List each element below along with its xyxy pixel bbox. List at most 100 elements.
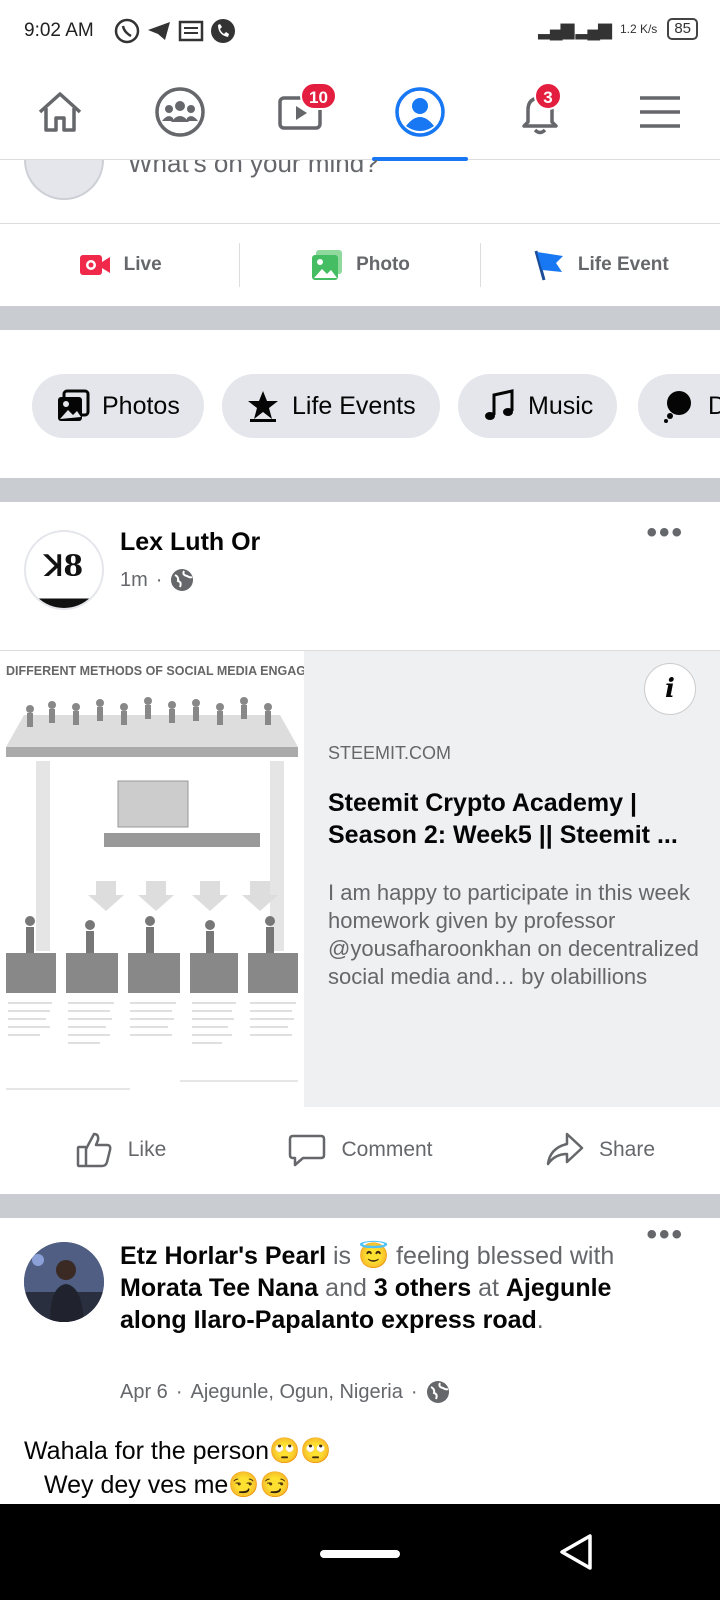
watch-badge: 10 — [300, 82, 337, 110]
life-event-label: Life Event — [577, 254, 669, 275]
author-avatar[interactable]: ꓘ8 — [24, 530, 104, 610]
star-icon — [248, 391, 278, 422]
live-button[interactable]: Live — [0, 248, 239, 282]
svg-text:DIFFERENT METHODS OF SOCIAL ME: DIFFERENT METHODS OF SOCIAL MEDIA ENGAGE… — [6, 664, 304, 678]
author-name[interactable]: Etz Horlar's Pearl — [120, 1242, 326, 1270]
phone-icon — [211, 19, 235, 43]
post-header: ꓘ8 Lex Luth Or 1m · ••• — [0, 502, 720, 650]
person-photo — [24, 1242, 104, 1322]
share-button[interactable]: Share — [480, 1130, 720, 1170]
thought-bubble-icon — [664, 391, 691, 423]
link-preview-info: i STEEMIT.COM Steemit Crypto Academy | S… — [304, 651, 720, 1107]
system-navigation-bar — [0, 1504, 720, 1600]
back-icon[interactable] — [556, 1532, 596, 1572]
photo-label: Photo — [356, 254, 410, 275]
like-button[interactable]: Like — [0, 1130, 240, 1170]
notification-icons — [114, 18, 236, 44]
telegram-icon — [148, 22, 170, 40]
infographic-image: DIFFERENT METHODS OF SOCIAL MEDIA ENGAGE… — [0, 651, 304, 1107]
life-event-button[interactable]: Life Event — [479, 243, 720, 287]
post-body: Wahala for the person🙄🙄 Wey dey ves me😏😏 — [24, 1434, 331, 1502]
comment-label: Comment — [341, 1138, 433, 1161]
link-preview-image: DIFFERENT METHODS OF SOCIAL MEDIA ENGAGE… — [0, 651, 304, 1107]
post-activity-text: Etz Horlar's Pearl is 😇 feeling blessed … — [120, 1242, 615, 1334]
post-body-line: Wahala for the person🙄🙄 — [24, 1437, 332, 1465]
tab-notifications[interactable]: 3 — [480, 64, 600, 160]
whatsapp-icon — [114, 18, 140, 44]
composer-actions: Live Photo Life Event — [0, 225, 720, 305]
chip-music[interactable]: Music — [458, 374, 618, 438]
link-description: I am happy to participate in this week h… — [328, 880, 699, 989]
share-label: Share — [598, 1138, 656, 1161]
tagged-person[interactable]: Morata Tee Nana — [120, 1274, 318, 1302]
profile-icon — [395, 87, 445, 137]
home-icon — [38, 92, 82, 132]
battery-icon: 85 — [667, 18, 698, 40]
post-options-button[interactable]: ••• — [646, 1218, 684, 1252]
post-options-button[interactable]: ••• — [646, 516, 684, 550]
chip-label: Life Events — [292, 391, 416, 420]
link-domain: STEEMIT.COM — [328, 743, 452, 763]
post-date[interactable]: Apr 6 — [120, 1381, 168, 1404]
author-avatar[interactable] — [24, 1242, 104, 1322]
home-gesture-bar[interactable] — [320, 1550, 400, 1558]
chip-label: Photos — [102, 391, 180, 420]
meta-separator: · — [410, 1380, 418, 1403]
comment-button[interactable]: Comment — [240, 1130, 480, 1170]
post-body-line: Wey dey ves me😏😏 — [44, 1471, 291, 1499]
chip-label: D — [708, 391, 720, 420]
groups-icon — [155, 87, 205, 137]
profile-chips: Photos Life Events Music D — [0, 330, 720, 478]
composer-placeholder[interactable]: What's on your mind? — [128, 160, 379, 179]
photo-icon — [312, 250, 343, 280]
live-video-icon — [79, 255, 110, 275]
status-time: 9:02 AM — [24, 20, 94, 41]
news-icon — [178, 20, 204, 42]
author-name[interactable]: Lex Luth Or — [120, 528, 260, 557]
logo-avatar-image: ꓘ8 — [26, 549, 102, 608]
meta-separator: · — [155, 568, 163, 591]
hamburger-menu-icon — [640, 96, 680, 128]
photo-button[interactable]: Photo — [239, 243, 479, 287]
tab-groups[interactable] — [120, 64, 240, 160]
music-note-icon — [485, 389, 514, 420]
top-tab-bar: 10 3 — [0, 64, 720, 161]
info-icon[interactable]: i — [644, 663, 696, 715]
chip-life-events[interactable]: Life Events — [222, 374, 440, 438]
tab-home[interactable] — [0, 64, 120, 160]
section-divider — [0, 478, 720, 502]
tab-profile[interactable] — [360, 64, 480, 161]
post-time[interactable]: 1m — [120, 569, 148, 592]
like-label: Like — [127, 1138, 167, 1161]
post-meta: 1m · — [120, 568, 194, 592]
signal-icon: ▂▄▆ ▂▄▆ — [538, 18, 612, 39]
meta-separator: · — [175, 1380, 183, 1403]
post-composer[interactable]: What's on your mind? — [0, 160, 720, 224]
chip-more[interactable]: D — [638, 374, 720, 438]
network-speed: 1.2 K/s — [619, 22, 658, 36]
notifications-badge: 3 — [534, 82, 562, 110]
tagged-others[interactable]: 3 others — [374, 1274, 471, 1302]
tab-menu[interactable] — [600, 64, 720, 160]
status-right: ▂▄▆ ▂▄▆ 1.2 K/s 85 — [538, 18, 698, 40]
thumbs-up-icon — [76, 1132, 112, 1168]
svg-text:ꓘ8: ꓘ8 — [43, 549, 84, 583]
tab-watch[interactable]: 10 — [240, 64, 360, 160]
feeling-emoji: 😇 — [358, 1242, 390, 1270]
flag-icon — [534, 250, 563, 281]
section-divider — [0, 1194, 720, 1218]
status-bar: 9:02 AM ▂▄▆ ▂▄▆ 1.2 K/s 85 — [0, 0, 720, 64]
post-actions: Like Comment Share — [0, 1106, 720, 1194]
globe-icon — [426, 1381, 449, 1403]
photos-icon — [58, 389, 90, 421]
chip-label: Music — [528, 391, 594, 420]
chip-photos[interactable]: Photos — [32, 374, 204, 438]
share-icon — [546, 1132, 584, 1166]
post-place[interactable]: Ajegunle, Ogun, Nigeria — [190, 1381, 402, 1404]
post-meta: Apr 6 · Ajegunle, Ogun, Nigeria · — [120, 1380, 450, 1404]
link-preview-card[interactable]: DIFFERENT METHODS OF SOCIAL MEDIA ENGAGE… — [0, 650, 720, 1107]
composer-avatar — [24, 160, 104, 200]
live-label: Live — [123, 254, 162, 275]
section-divider — [0, 306, 720, 330]
link-title[interactable]: Steemit Crypto Academy | Season 2: Week5… — [328, 787, 700, 851]
